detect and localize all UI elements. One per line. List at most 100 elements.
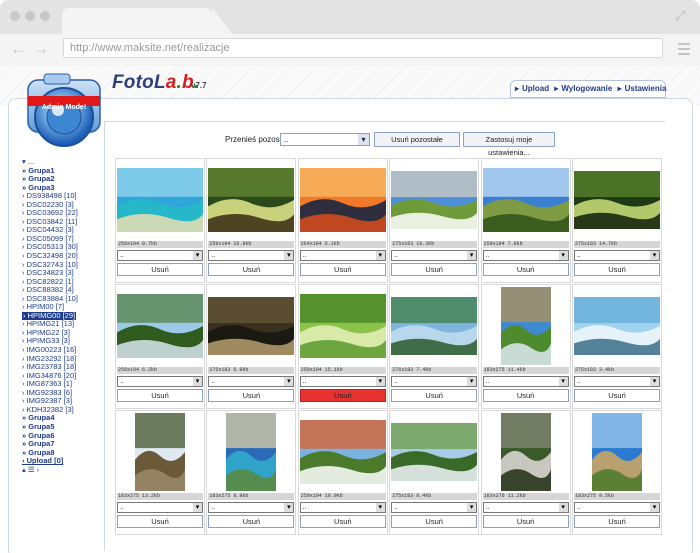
browser-tab[interactable] [62,8,234,36]
photo-move-select[interactable]: .. [208,502,295,513]
photo-thumbnail[interactable] [482,168,569,232]
photo-thumbnail[interactable] [592,413,642,491]
photo-delete-button[interactable]: Usuń [391,389,478,402]
photo-delete-button[interactable]: Usuń [208,515,295,528]
photo-move-select[interactable]: .. [117,250,203,261]
photo-move-select[interactable]: .. [574,376,660,387]
photo-delete-button[interactable]: Usuń [574,389,660,402]
photo-thumbnail[interactable] [391,423,478,481]
sidebar-folder[interactable]: › KDH32382 [3] [22,406,102,415]
photo-delete-button[interactable]: Usuń [391,515,478,528]
sidebar-group[interactable]: » Grupa8 [22,449,102,458]
photo-delete-button[interactable]: Usuń [299,263,386,276]
photo-delete-button[interactable]: Usuń [117,389,203,402]
photo-move-select[interactable]: .. [482,502,569,513]
sidebar-group[interactable]: » Grupa4 [22,414,102,423]
photo-delete-button[interactable]: Usuń [208,263,295,276]
sidebar-group[interactable]: » Grupa6 [22,432,102,441]
fullscreen-icon[interactable]: ⤢ [675,9,689,23]
menu-icon[interactable] [678,43,690,58]
maximize-dot-icon[interactable] [40,11,50,21]
sidebar-folder[interactable]: › DSC03842 [11] [22,218,102,227]
sidebar-folder[interactable]: ▴ ☰ › [22,466,102,475]
photo-move-select[interactable]: .. [391,250,478,261]
photo-move-select[interactable]: .. [299,502,386,513]
forward-arrow-icon[interactable]: → [32,40,49,58]
sidebar-folder[interactable]: › HPIMG00 [29] [22,311,102,321]
sidebar-folder[interactable]: ▾ ... [22,158,102,167]
address-bar[interactable]: http://www.maksite.net/realizacje [63,38,663,58]
photo-delete-button[interactable]: Usuń [482,263,569,276]
photo-thumbnail[interactable] [391,171,478,229]
photo-delete-button[interactable]: Usuń [117,515,203,528]
photo-move-select[interactable]: .. [208,250,295,261]
photo-delete-button[interactable]: Usuń [391,263,478,276]
sidebar-folder[interactable]: › DSC88382 [4] [22,286,102,295]
sidebar-folder[interactable]: › HPIMG33 [3] [22,337,102,346]
delete-rest-button[interactable]: Usuń pozostałe [374,132,460,147]
photo-thumbnail[interactable] [391,297,478,355]
sidebar-folder[interactable]: › DSC83884 [10] [22,295,102,304]
photo-move-select[interactable]: .. [482,250,569,261]
sidebar-folder[interactable]: › DSC32743 [10] [22,261,102,270]
photo-thumbnail[interactable] [117,168,203,232]
nav-logout-link[interactable]: Wylogowanie [561,84,612,93]
photo-move-select[interactable]: .. [391,502,478,513]
photo-move-select[interactable]: .. [299,250,386,261]
sidebar-folder[interactable]: › DSC02230 [3] [22,201,102,210]
back-arrow-icon[interactable]: ← [10,40,27,58]
sidebar-group[interactable]: » Grupa3 [22,184,102,193]
sidebar-folder[interactable]: › DSC03692 [22] [22,209,102,218]
photo-thumbnail[interactable] [135,413,185,491]
photo-move-select[interactable]: .. [208,376,295,387]
nav-settings-link[interactable]: Ustawienia [625,84,667,93]
sidebar-folder[interactable]: › DSC05313 [30] [22,243,102,252]
move-rest-select[interactable]: .. [280,133,370,146]
sidebar-group[interactable]: » Grupa2 [22,175,102,184]
photo-move-select[interactable]: .. [482,376,569,387]
photo-move-select[interactable]: .. [574,502,660,513]
photo-thumbnail[interactable] [299,168,386,232]
sidebar-folder[interactable]: › DSC32498 [20] [22,252,102,261]
sidebar-folder[interactable]: › DSC04432 [3] [22,226,102,235]
minimize-dot-icon[interactable] [25,11,35,21]
photo-delete-button[interactable]: Usuń [299,515,386,528]
photo-delete-button[interactable]: Usuń [482,515,569,528]
sidebar-folder[interactable]: › HPIMG22 [3] [22,329,102,338]
photo-move-select[interactable]: .. [391,376,478,387]
photo-delete-button[interactable]: Usuń [574,263,660,276]
photo-thumbnail[interactable] [574,171,660,229]
photo-thumbnail[interactable] [299,420,386,484]
photo-move-select[interactable]: .. [299,376,386,387]
sidebar-folder[interactable]: › DSC05099 [7] [22,235,102,244]
photo-thumbnail[interactable] [500,413,551,491]
photo-move-select[interactable]: .. [117,502,203,513]
close-dot-icon[interactable] [10,11,20,21]
photo-thumbnail[interactable] [299,294,386,358]
photo-delete-button[interactable]: Usuń [299,389,386,402]
photo-thumbnail[interactable] [574,297,660,355]
sidebar-folder[interactable]: › IMG00223 [16] [22,346,102,355]
sidebar-folder[interactable]: › DS938498 [10] [22,192,102,201]
photo-delete-button[interactable]: Usuń [574,515,660,528]
photo-delete-button[interactable]: Usuń [482,389,569,402]
sidebar-folder[interactable]: › IMG23292 [18] [22,355,102,364]
sidebar-folder[interactable]: › IMG87363 [1] [22,380,102,389]
photo-thumbnail[interactable] [208,297,295,355]
photo-delete-button[interactable]: Usuń [117,263,203,276]
apply-settings-button[interactable]: Zastosuj moje ustawienia... [463,132,555,157]
photo-delete-button[interactable]: Usuń [208,389,295,402]
sidebar-folder[interactable]: › HPIMG21 [13] [22,320,102,329]
photo-thumbnail[interactable] [117,294,203,358]
sidebar-folder[interactable]: › DSC82822 [1] [22,278,102,287]
sidebar-folder[interactable]: › IMG92387 [3] [22,397,102,406]
photo-thumbnail[interactable] [500,287,551,365]
photo-thumbnail[interactable] [226,413,277,491]
sidebar-folder[interactable]: › IMG34876 [20] [22,372,102,381]
photo-move-select[interactable]: .. [117,376,203,387]
sidebar-folder[interactable]: › DSC34823 [3] [22,269,102,278]
sidebar-folder[interactable]: › Upload [0] [22,457,102,466]
sidebar-folder[interactable]: › IMG23783 [18] [22,363,102,372]
sidebar-group[interactable]: » Grupa1 [22,167,102,176]
sidebar-group[interactable]: » Grupa7 [22,440,102,449]
